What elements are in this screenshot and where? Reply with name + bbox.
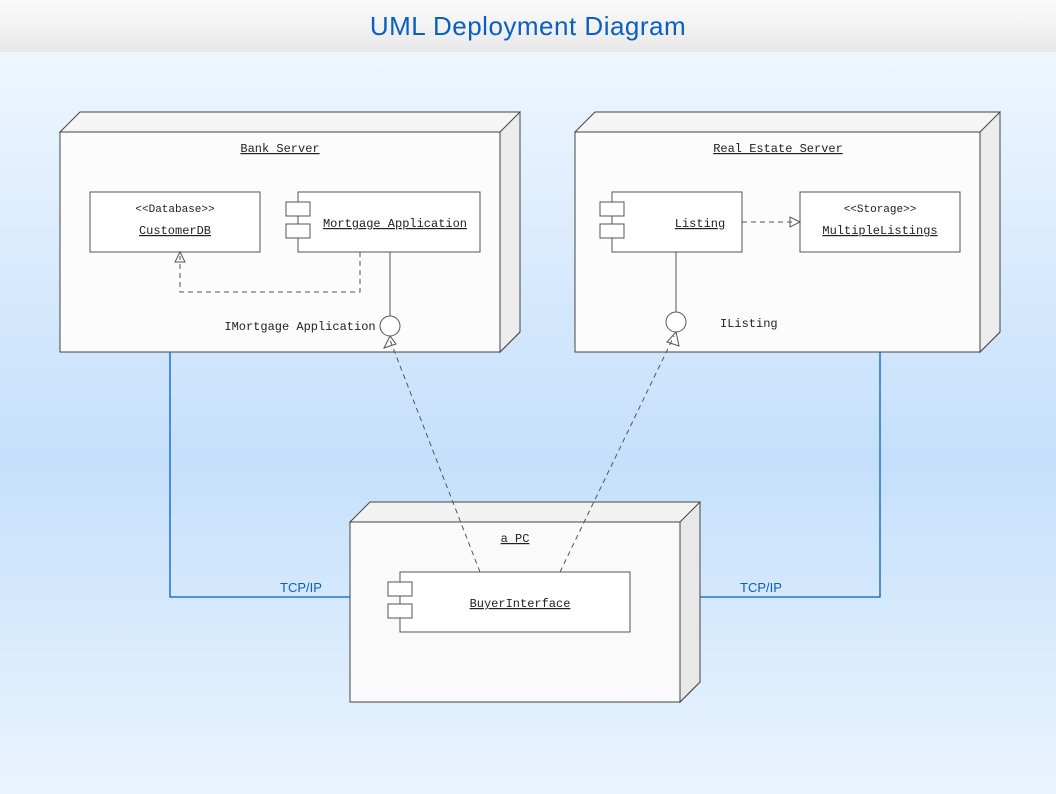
customerdb-label: CustomerDB xyxy=(139,224,211,238)
listing-label: Listing xyxy=(675,217,725,231)
diagram-svg: Bank Server <<Database>> CustomerDB Mort… xyxy=(0,52,1056,794)
assoc-realestate-pc: TCP/IP xyxy=(700,352,880,597)
component-mortgage-app: Mortgage Application xyxy=(286,192,480,252)
node-bank-server: Bank Server <<Database>> CustomerDB Mort… xyxy=(60,112,520,352)
buyerinterface-label: BuyerInterface xyxy=(470,597,571,611)
assoc-bank-pc: TCP/IP xyxy=(170,352,350,597)
customerdb-stereotype: <<Database>> xyxy=(135,204,214,216)
realestate-server-label: Real Estate Server xyxy=(713,142,843,156)
component-listing: Listing xyxy=(600,192,742,252)
component-customerdb: <<Database>> CustomerDB xyxy=(90,192,260,252)
tcpip-right-label: TCP/IP xyxy=(740,580,782,595)
imortgage-label: IMortgage Application xyxy=(224,320,375,334)
tcpip-left-label: TCP/IP xyxy=(280,580,322,595)
bank-server-label: Bank Server xyxy=(240,142,319,156)
pc-label: a PC xyxy=(501,532,530,546)
diagram-title: UML Deployment Diagram xyxy=(0,0,1056,52)
mortgage-app-label: Mortgage Application xyxy=(323,217,467,231)
node-realestate-server: Real Estate Server Listing <<Storage>> M… xyxy=(575,112,1000,352)
ilisting-label: IListing xyxy=(720,317,778,331)
multiplelistings-stereotype: <<Storage>> xyxy=(844,204,917,216)
component-multiplelistings: <<Storage>> MultipleListings xyxy=(800,192,960,252)
diagram-canvas: Bank Server <<Database>> CustomerDB Mort… xyxy=(0,52,1056,794)
multiplelistings-label: MultipleListings xyxy=(822,224,937,238)
component-buyerinterface: BuyerInterface xyxy=(388,572,630,632)
node-pc: a PC BuyerInterface xyxy=(350,502,700,702)
